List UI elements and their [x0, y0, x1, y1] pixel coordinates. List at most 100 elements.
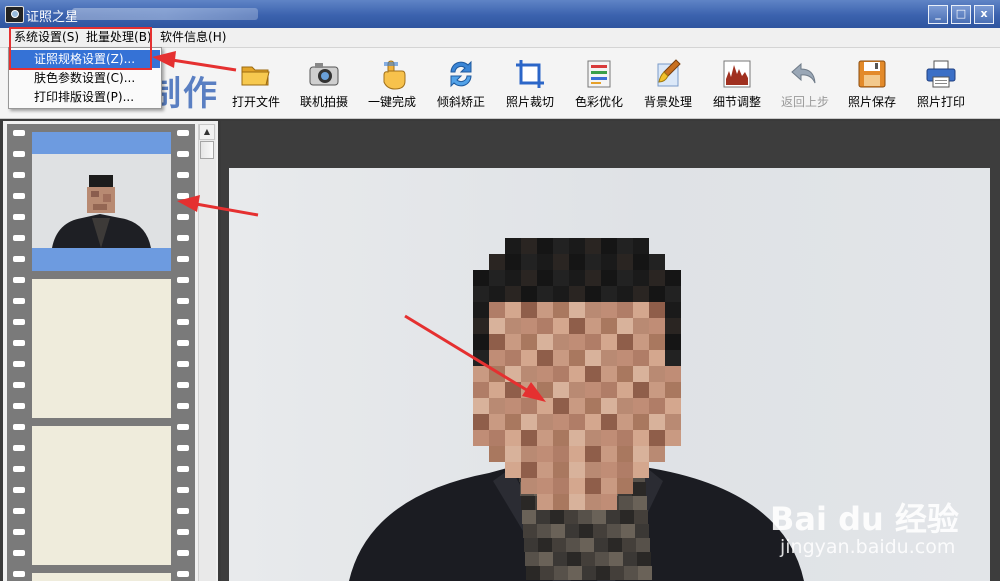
mosaic-pixel: [633, 462, 649, 478]
mosaic-pixel: [617, 398, 633, 414]
color-optimize-button[interactable]: 色彩优化: [564, 58, 634, 114]
detail-adjust-button[interactable]: 细节调整: [702, 58, 772, 114]
crop-icon: [516, 60, 544, 88]
mosaic-pixel: [553, 382, 569, 398]
mosaic-pixel: [665, 350, 681, 366]
scroll-up-arrow-icon[interactable]: ▲: [199, 124, 215, 140]
shirt-pixel: [567, 552, 581, 566]
mosaic-pixel: [633, 382, 649, 398]
mosaic-pixel: [633, 270, 649, 286]
mosaic-pixel: [505, 350, 521, 366]
film-hole: [177, 424, 189, 430]
mosaic-pixel: [665, 286, 681, 302]
photo-print-button[interactable]: 照片打印: [906, 58, 976, 114]
mosaic-pixel: [601, 238, 617, 254]
shirt-pixel: [522, 510, 536, 524]
film-hole: [13, 298, 25, 304]
mosaic-pixel: [489, 286, 505, 302]
photo-crop-button[interactable]: 照片裁切: [495, 58, 565, 114]
mosaic-pixel: [617, 254, 633, 270]
mosaic-pixel: [569, 334, 585, 350]
mosaic-pixel: [489, 398, 505, 414]
mosaic-pixel: [665, 382, 681, 398]
tool-label: 照片保存: [847, 95, 896, 109]
shirt-pixel: [624, 566, 638, 580]
tilt-correct-button[interactable]: 倾斜矫正: [426, 58, 496, 114]
film-hole: [13, 277, 25, 283]
undo-icon: [791, 62, 816, 84]
mosaic-pixel: [649, 334, 665, 350]
shirt-pixel: [550, 510, 564, 524]
mosaic-pixel: [665, 366, 681, 382]
mosaic-pixel: [473, 350, 489, 366]
minimize-button[interactable]: _: [928, 5, 948, 24]
mosaic-pixel: [649, 350, 665, 366]
shirt-pixel: [551, 524, 565, 538]
film-hole: [177, 340, 189, 346]
maximize-button[interactable]: □: [951, 5, 971, 24]
mosaic-pixel: [521, 302, 537, 318]
mosaic-pixel: [633, 398, 649, 414]
mosaic-pixel: [537, 478, 553, 494]
scroll-thumb[interactable]: [200, 141, 214, 159]
one-click-button[interactable]: 一键完成: [357, 58, 427, 114]
film-hole: [177, 508, 189, 514]
mosaic-pixel: [537, 398, 553, 414]
mosaic-pixel: [617, 446, 633, 462]
mosaic-pixel: [633, 414, 649, 430]
thumbnail-frame-empty[interactable]: [32, 279, 171, 418]
undo-button[interactable]: 返回上步: [770, 58, 840, 114]
camera-capture-button[interactable]: 联机拍摄: [289, 58, 359, 114]
rotate-arrows-icon: [450, 60, 472, 88]
shirt-pixel: [620, 510, 634, 524]
thumbnail-scrollbar[interactable]: ▲: [198, 124, 216, 581]
mosaic-pixel: [521, 462, 537, 478]
film-hole: [13, 424, 25, 430]
shirt-pixel: [526, 566, 540, 580]
photo-save-button[interactable]: 照片保存: [837, 58, 907, 114]
shirt-pixel: [623, 552, 637, 566]
mosaic-pixel: [537, 334, 553, 350]
menu-item-print-layout-settings[interactable]: 打印排版设置(P)...: [10, 88, 160, 106]
mosaic-pixel: [489, 366, 505, 382]
mosaic-pixel: [505, 286, 521, 302]
menu-software-info[interactable]: 软件信息(H): [158, 29, 228, 46]
mosaic-pixel: [553, 318, 569, 334]
mosaic-pixel: [521, 430, 537, 446]
thumbnail-frame-empty[interactable]: [32, 426, 171, 565]
shirt-pixel: [619, 496, 633, 510]
mosaic-pixel: [473, 366, 489, 382]
baidu-watermark: Bai du 经验 jingyan.baidu.com: [770, 476, 992, 566]
shirt-pixel: [568, 566, 582, 580]
mosaic-pixel: [585, 350, 601, 366]
mosaic-pixel: [601, 430, 617, 446]
mosaic-pixel: [553, 254, 569, 270]
mosaic-pixel: [665, 430, 681, 446]
mosaic-pixel: [601, 366, 617, 382]
film-hole: [13, 550, 25, 556]
mosaic-pixel: [537, 318, 553, 334]
film-hole: [13, 382, 25, 388]
open-file-button[interactable]: 打开文件: [221, 58, 291, 114]
shirt-pixel: [525, 552, 539, 566]
mosaic-pixel: [569, 446, 585, 462]
mosaic-pixel: [585, 462, 601, 478]
thumbnail-frame-selected[interactable]: [32, 132, 171, 271]
mosaic-pixel: [633, 366, 649, 382]
thumbnail-frame-empty[interactable]: [32, 573, 171, 581]
film-hole: [177, 361, 189, 367]
menu-item-skin-params-settings[interactable]: 肤色参数设置(C)...: [10, 69, 160, 87]
mosaic-pixel: [585, 254, 601, 270]
window-title: 证照之星: [26, 10, 79, 25]
mosaic-pixel: [617, 350, 633, 366]
mosaic-pixel: [537, 302, 553, 318]
mosaic-pixel: [505, 254, 521, 270]
shirt-pixel: [637, 552, 651, 566]
tool-label: 打开文件: [231, 95, 280, 109]
mosaic-pixel: [521, 366, 537, 382]
close-button[interactable]: x: [974, 5, 994, 24]
mosaic-pixel: [601, 254, 617, 270]
mosaic-pixel: [601, 382, 617, 398]
mosaic-pixel: [633, 446, 649, 462]
background-process-button[interactable]: 背景处理: [633, 58, 703, 114]
